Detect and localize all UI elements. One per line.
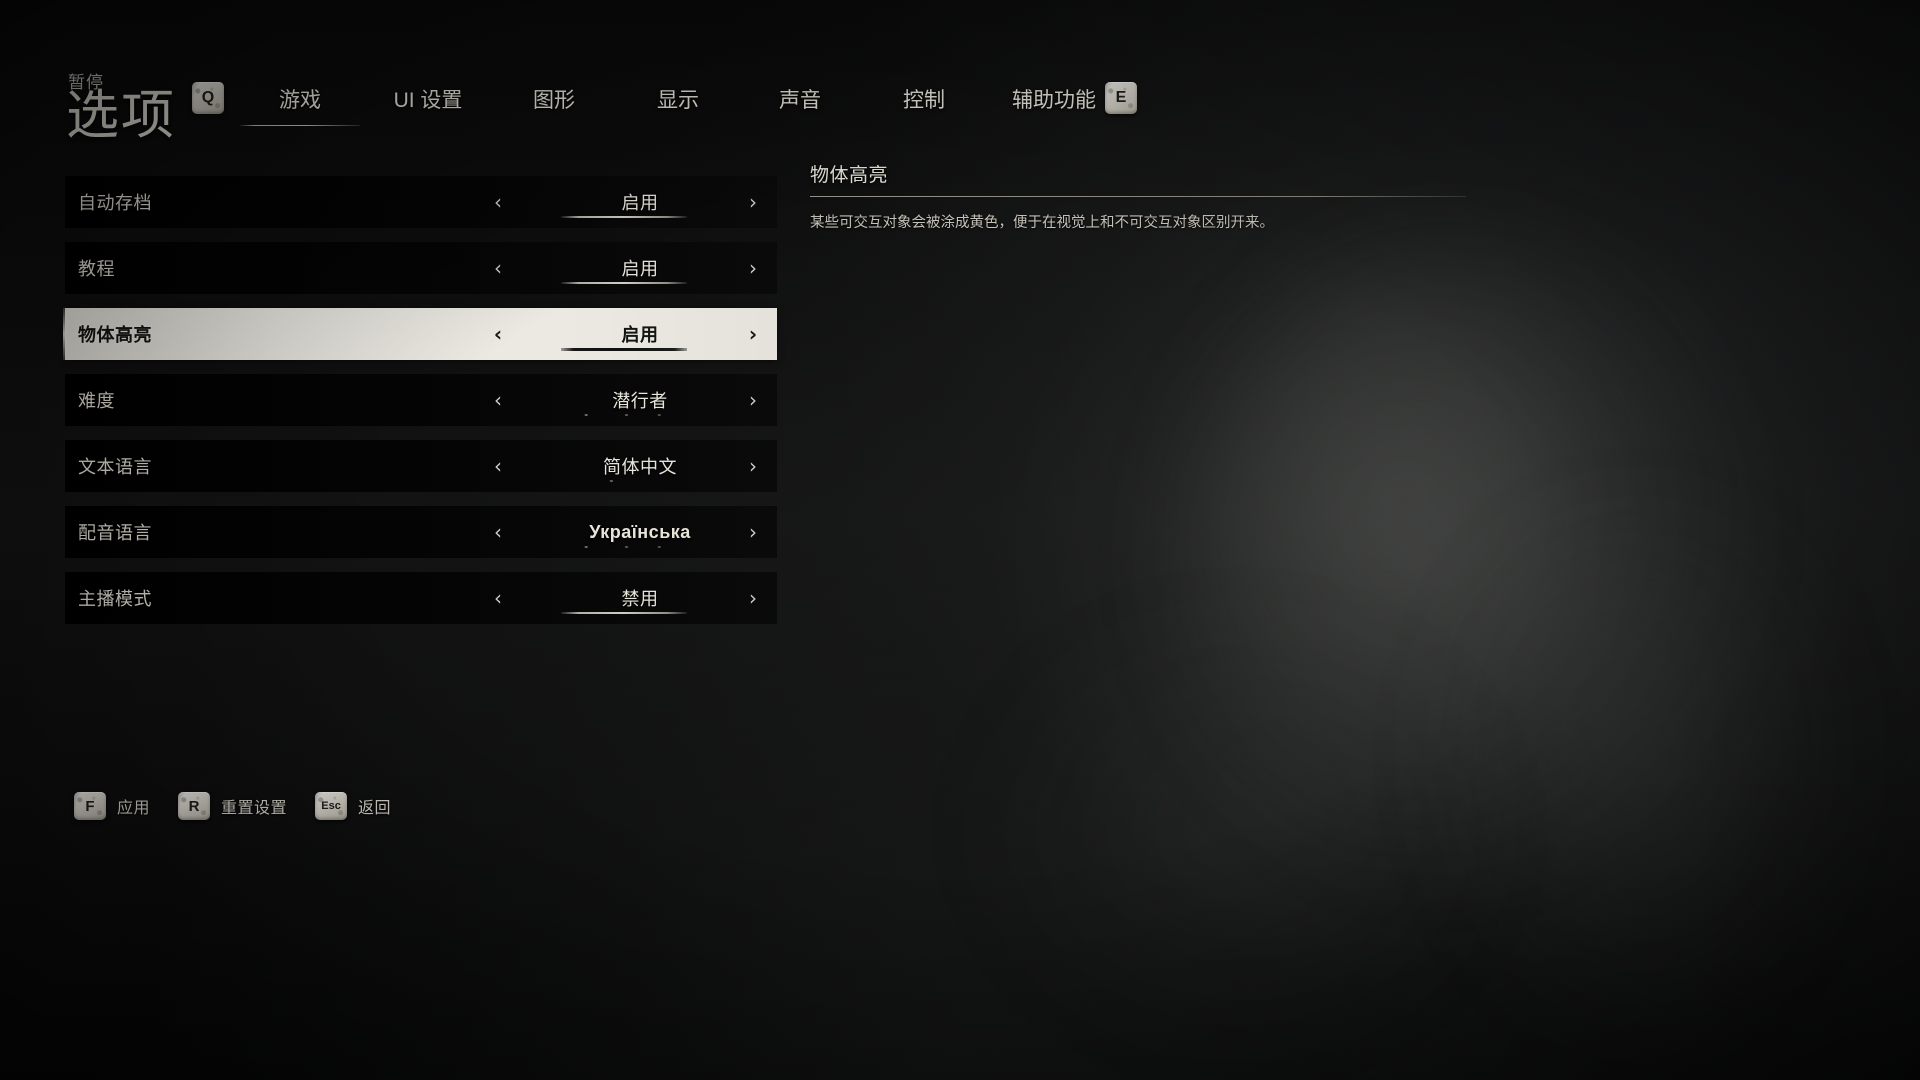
page-title: 选项 [66, 86, 176, 145]
setting-label: 配音语言 [78, 523, 152, 543]
tab-label: 图形 [533, 89, 575, 112]
footer-hint-label: 重置设置 [221, 800, 288, 817]
chevron-right-icon[interactable]: › [740, 585, 766, 611]
background-blur-shape [980, 620, 1500, 1040]
tab-1[interactable]: UI 设置 [368, 78, 488, 120]
setting-value-underline [561, 216, 687, 218]
chevron-left-icon[interactable]: ‹ [485, 387, 511, 413]
setting-value: Українська [589, 521, 691, 542]
chevron-right-icon[interactable]: › [740, 321, 766, 347]
active-tab-underline [240, 125, 360, 126]
detail-description: 某些可交互对象会被涂成黄色，便于在视觉上和不可交互对象区别开来。 [810, 215, 1274, 231]
setting-row[interactable]: 主播模式 ‹ 禁用 › [65, 572, 777, 624]
key-hint-icon: Esc [315, 792, 348, 820]
setting-label: 物体高亮 [78, 325, 152, 345]
tab-label: 声音 [779, 89, 821, 112]
setting-row[interactable]: 自动存档 ‹ 启用 › [65, 176, 777, 228]
tab-3[interactable]: 显示 [622, 78, 734, 120]
setting-value: 启用 [621, 325, 659, 345]
tab-label: 辅助功能 [1012, 89, 1096, 112]
setting-value-underline [561, 348, 687, 351]
setting-label: 难度 [78, 391, 115, 411]
chevron-left-icon[interactable]: ‹ [485, 585, 511, 611]
setting-value: 简体中文 [603, 457, 677, 477]
background-blur-shape [1430, 520, 1850, 1040]
setting-label: 自动存档 [78, 193, 152, 213]
footer-hint[interactable]: F 应用 [74, 792, 150, 820]
tab-label: 显示 [657, 89, 699, 112]
tab-5[interactable]: 控制 [868, 78, 980, 120]
setting-label: 文本语言 [78, 457, 152, 477]
footer-hint[interactable]: R 重置设置 [178, 792, 287, 820]
setting-row[interactable]: 配音语言 ‹ Українська › [65, 506, 777, 558]
tab-label: 控制 [903, 89, 945, 112]
options-menu-screen: 暂停 选项 Q E 游戏 UI 设置 图形 显示 声音 控制 辅助功能 自动存档 ‹ 启用 › 教程… [0, 0, 1920, 1080]
tab-6[interactable]: 辅助功能 [978, 78, 1130, 120]
setting-row[interactable]: 物体高亮 ‹ 启用 › [63, 308, 777, 360]
background-blur-shape [1180, 250, 1740, 870]
footer-hint-label: 应用 [117, 800, 151, 817]
setting-value-underline [561, 480, 687, 482]
setting-row[interactable]: 教程 ‹ 启用 › [65, 242, 777, 294]
footer-hint-label: 返回 [358, 800, 392, 817]
setting-value: 启用 [621, 259, 659, 279]
tab-label: UI 设置 [393, 89, 463, 112]
detail-panel: 物体高亮 某些可交互对象会被涂成黄色，便于在视觉上和不可交互对象区别开来。 [810, 160, 1470, 236]
prev-tab-key-hint[interactable]: Q [192, 82, 224, 114]
tab-0[interactable]: 游戏 [240, 78, 360, 126]
chevron-right-icon[interactable]: › [740, 255, 766, 281]
setting-value-underline [561, 282, 687, 284]
setting-value-underline [561, 612, 687, 614]
detail-divider [810, 196, 1466, 197]
options-header: 暂停 选项 Q E 游戏 UI 设置 图形 显示 声音 控制 辅助功能 [0, 0, 1920, 150]
setting-value: 潜行者 [612, 391, 668, 411]
key-hint-icon: F [74, 792, 106, 820]
tab-2[interactable]: 图形 [498, 78, 610, 120]
setting-value: 禁用 [621, 589, 659, 609]
chevron-left-icon[interactable]: ‹ [485, 519, 511, 545]
chevron-right-icon[interactable]: › [740, 387, 766, 413]
chevron-right-icon[interactable]: › [740, 453, 766, 479]
setting-label: 教程 [78, 259, 115, 279]
setting-row[interactable]: 难度 ‹ 潜行者 › [65, 374, 777, 426]
chevron-left-icon[interactable]: ‹ [485, 255, 511, 281]
detail-title: 物体高亮 [810, 165, 889, 186]
chevron-right-icon[interactable]: › [740, 189, 766, 215]
chevron-left-icon[interactable]: ‹ [485, 453, 511, 479]
footer-hint[interactable]: Esc 返回 [315, 792, 391, 820]
setting-row[interactable]: 文本语言 ‹ 简体中文 › [65, 440, 777, 492]
tab-4[interactable]: 声音 [744, 78, 856, 120]
chevron-left-icon[interactable]: ‹ [485, 321, 511, 347]
setting-value-underline [561, 414, 687, 416]
footer-hints: F 应用 R 重置设置 Esc 返回 [74, 792, 419, 820]
key-hint-icon: R [178, 792, 211, 820]
setting-value: 启用 [621, 193, 659, 213]
tab-label: 游戏 [279, 89, 321, 112]
chevron-right-icon[interactable]: › [740, 519, 766, 545]
settings-list: 自动存档 ‹ 启用 › 教程 ‹ 启用 › 物体高亮 ‹ 启用 › 难度 ‹ 潜行者 › 文本语言 ‹ 简体中文 › 配… [63, 176, 777, 638]
chevron-left-icon[interactable]: ‹ [485, 189, 511, 215]
setting-label: 主播模式 [78, 589, 152, 609]
tab-bar: 游戏 UI 设置 图形 显示 声音 控制 辅助功能 [240, 78, 1100, 126]
setting-value-underline [561, 546, 687, 548]
